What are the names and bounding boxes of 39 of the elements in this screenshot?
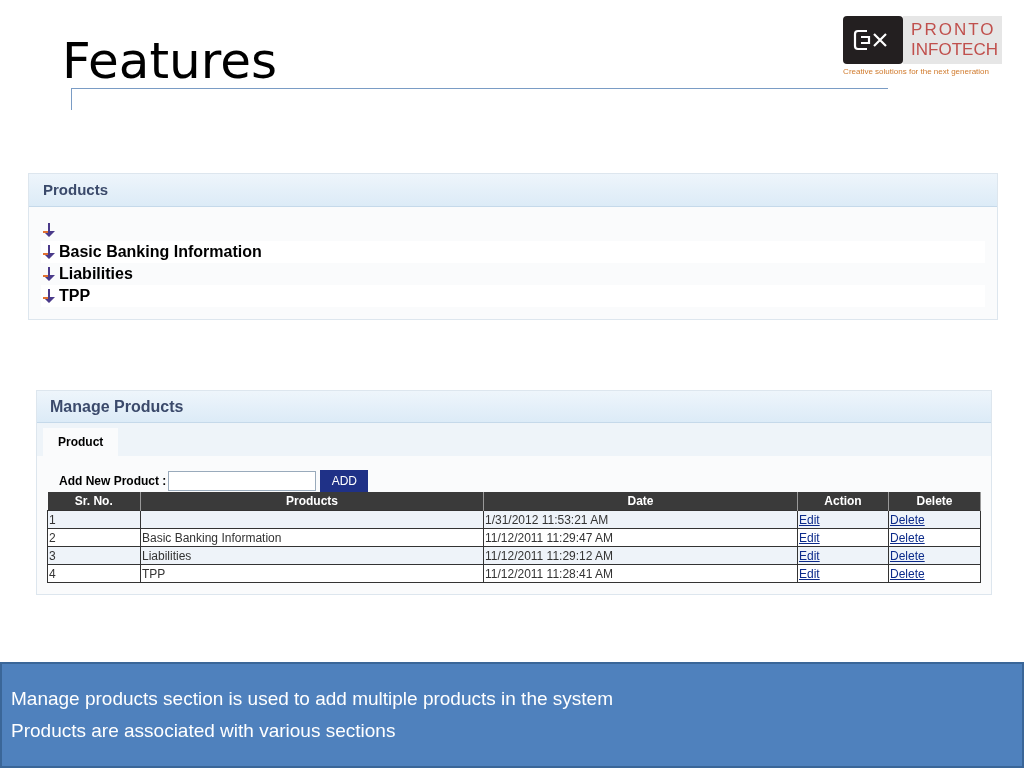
down-arrow-icon (41, 266, 57, 282)
table-cell: 4 (49, 566, 56, 581)
edit-link[interactable]: Edit (799, 530, 820, 545)
tab[interactable]: Product (43, 428, 119, 456)
table-cell: 2 (49, 530, 56, 545)
column-header: Products (140, 492, 484, 511)
table-cell: Basic Banking Information (142, 530, 282, 545)
down-arrow-icon (41, 222, 57, 238)
table-cell: 1 (49, 512, 56, 527)
table-cell: 1/31/2012 11:53:21 AM (485, 512, 609, 527)
product-input[interactable] (168, 471, 317, 491)
tree-item-label[interactable]: TPP (59, 284, 91, 308)
panel-title: Products (43, 179, 108, 200)
add-button[interactable]: ADD (320, 470, 369, 492)
column-header: Sr. No. (47, 492, 141, 511)
panel-title: Manage Products (50, 396, 184, 417)
column-header: Delete (888, 492, 981, 511)
logo-text: INFOTECH (911, 40, 998, 60)
logo-mark-icon (843, 16, 904, 64)
table-cell: Liabilities (142, 548, 192, 563)
field-label: Add New Product : (59, 473, 167, 490)
slide-title: Features (61, 31, 277, 92)
edit-link[interactable]: Edit (799, 548, 820, 563)
table-cell: 11/12/2011 11:28:41 AM (485, 566, 614, 581)
edit-link[interactable]: Edit (799, 566, 820, 581)
down-arrow-icon (41, 288, 57, 304)
table-cell: 11/12/2011 11:29:12 AM (485, 548, 614, 563)
table-cell: TPP (142, 566, 166, 581)
column-header: Action (797, 492, 889, 511)
logo-text: PRONTO (911, 20, 997, 40)
logo-tagline: Creative solutions for the next generation (843, 66, 990, 78)
note-text: Products are associated with various sections (11, 719, 397, 743)
column-header: Date (483, 492, 798, 511)
table-cell: 11/12/2011 11:29:47 AM (485, 530, 614, 545)
note-text: Manage products section is used to add multiple products in the system (11, 687, 614, 711)
down-arrow-icon (41, 244, 57, 260)
tree-item-label[interactable]: Liabilities (59, 262, 133, 286)
table-cell: 3 (49, 548, 56, 563)
edit-link[interactable]: Edit (799, 512, 820, 527)
